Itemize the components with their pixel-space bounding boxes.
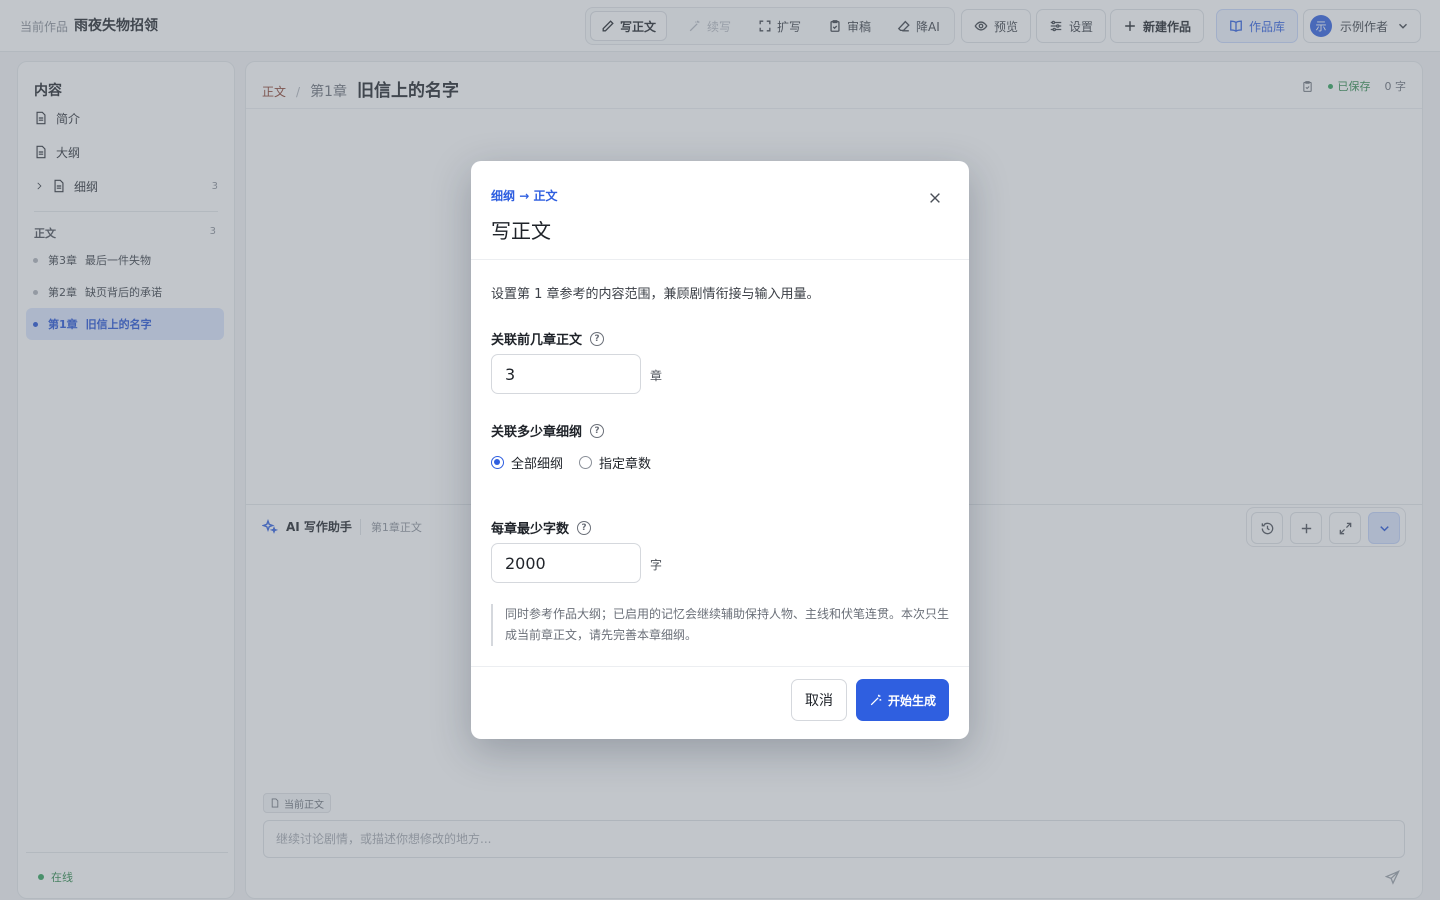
- radio-circle[interactable]: [579, 456, 593, 469]
- dialog-title: 写正文: [491, 219, 551, 243]
- outline-scope-options: 全部细纲 指定章数: [491, 453, 651, 472]
- dialog-description: 设置第 1 章参考的内容范围，兼顾剧情衔接与输入用量。: [491, 287, 820, 302]
- magic-wand-icon: [870, 694, 882, 706]
- min-words-input[interactable]: [491, 543, 641, 583]
- close-button[interactable]: [924, 187, 946, 209]
- dialog-note: 同时参考作品大纲；已启用的记忆会继续辅助保持人物、主线和伏笔连贯。本次只生成当前…: [491, 604, 951, 646]
- dialog-footer-divider: [471, 666, 969, 667]
- radio-specified-chapters[interactable]: 指定章数: [579, 453, 651, 472]
- help-icon[interactable]: ?: [577, 520, 592, 535]
- dialog-flow-label: 细纲 → 正文: [491, 189, 558, 203]
- radio-all-outlines[interactable]: 全部细纲: [491, 453, 563, 472]
- close-icon: [930, 193, 940, 203]
- cancel-button[interactable]: 取消: [791, 679, 847, 721]
- help-icon[interactable]: ?: [590, 331, 605, 346]
- prev-chapters-unit: 章: [650, 369, 663, 383]
- write-body-dialog: 细纲 → 正文 写正文 设置第 1 章参考的内容范围，兼顾剧情衔接与输入用量。 …: [471, 161, 969, 739]
- dialog-header-divider: [471, 259, 969, 260]
- radio-circle[interactable]: [491, 456, 504, 469]
- prev-chapters-label: 关联前几章正文 ?: [491, 329, 605, 348]
- help-icon[interactable]: ?: [590, 423, 605, 438]
- outline-scope-label: 关联多少章细纲 ?: [491, 421, 605, 440]
- start-generate-button[interactable]: 开始生成: [856, 679, 949, 721]
- min-words-label: 每章最少字数 ?: [491, 518, 592, 537]
- prev-chapters-input[interactable]: [491, 354, 641, 394]
- min-words-unit: 字: [650, 558, 663, 572]
